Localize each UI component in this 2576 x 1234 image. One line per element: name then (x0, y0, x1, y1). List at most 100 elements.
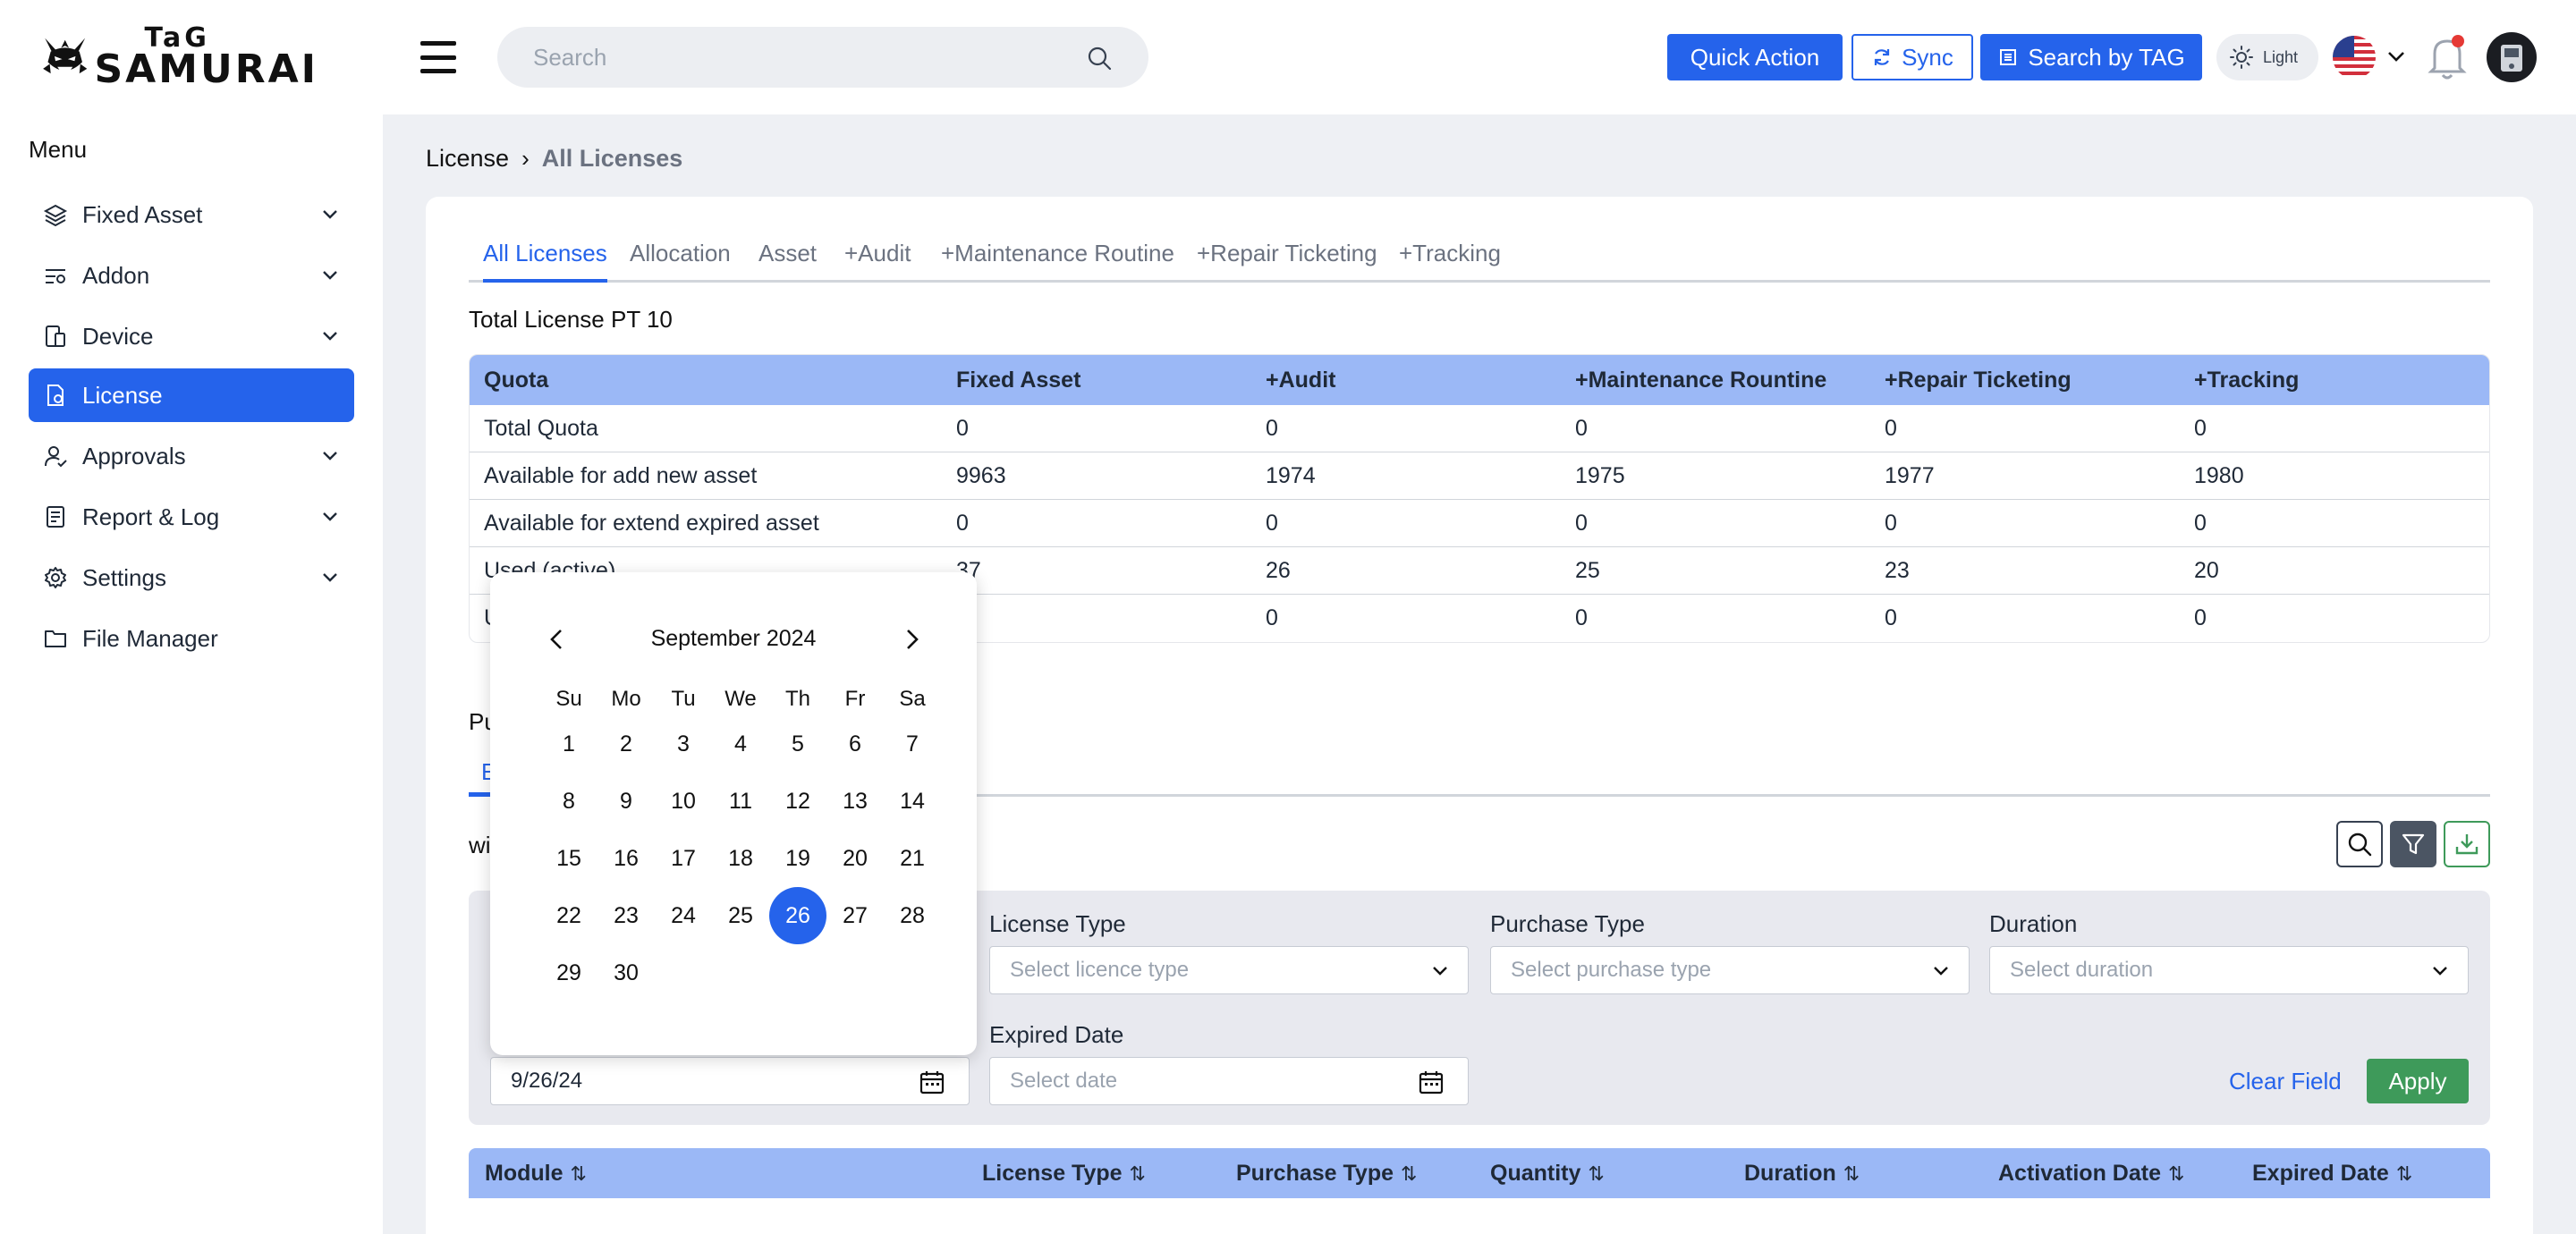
calendar-day[interactable]: 27 (826, 887, 884, 944)
license-type-label: License Type (989, 910, 1126, 937)
column-header-activation-date[interactable]: Activation Date ⇅ (1998, 1161, 2184, 1187)
calendar-icon[interactable] (1418, 1069, 1445, 1095)
calendar-day[interactable]: 25 (712, 887, 769, 944)
tab-audit[interactable]: +Audit (844, 240, 911, 283)
calendar-day[interactable]: 23 (597, 887, 655, 944)
calendar-day[interactable]: 21 (884, 830, 941, 887)
duration-select[interactable]: Select duration (1989, 946, 2469, 994)
table-search-button[interactable] (2336, 821, 2383, 867)
calendar-day[interactable]: 2 (597, 715, 655, 773)
search-by-tag-button[interactable]: Search by TAG (1980, 34, 2202, 80)
sort-icon: ⇅ (2167, 1162, 2185, 1185)
calendar-day[interactable]: 9 (597, 773, 655, 830)
breadcrumb: License › All Licenses (426, 145, 682, 173)
calendar-day[interactable]: 11 (712, 773, 769, 830)
license-type-select[interactable]: Select licence type (989, 946, 1469, 994)
calendar-day[interactable]: 5 (769, 715, 826, 773)
calendar-day[interactable]: 17 (655, 830, 712, 887)
calendar-day[interactable]: 28 (884, 887, 941, 944)
calendar-day[interactable]: 16 (597, 830, 655, 887)
sidebar-item-device[interactable]: Device (29, 309, 354, 363)
calendar-day[interactable]: 3 (655, 715, 712, 773)
column-header-quantity[interactable]: Quantity ⇅ (1490, 1161, 1605, 1187)
sun-icon (2230, 46, 2253, 69)
download-button[interactable] (2444, 821, 2490, 867)
clear-field-button[interactable]: Clear Field (2229, 1068, 2342, 1095)
chevron-down-icon (1433, 967, 1447, 976)
tab-allocation[interactable]: Allocation (630, 240, 731, 283)
calendar-icon[interactable] (919, 1069, 945, 1095)
calendar-day[interactable]: 12 (769, 773, 826, 830)
sidebar-item-fixed-asset[interactable]: Fixed Asset (29, 188, 354, 241)
calendar-day-selected[interactable]: 26 (769, 887, 826, 944)
language-chevron-down-icon[interactable] (2385, 46, 2408, 66)
column-header-expired-date[interactable]: Expired Date ⇅ (2252, 1161, 2412, 1187)
logo[interactable]: TaG SAMURAI (41, 16, 318, 98)
calendar-day[interactable]: 7 (884, 715, 941, 773)
sidebar-item-approvals[interactable]: Approvals (29, 429, 354, 483)
tab-asset[interactable]: Asset (758, 240, 817, 283)
activation-date-input[interactable]: 9/26/24 (490, 1057, 970, 1105)
table-cell: 0 (1575, 510, 1588, 536)
us-flag-icon[interactable] (2333, 36, 2376, 79)
column-header-duration[interactable]: Duration ⇅ (1744, 1161, 1860, 1187)
column-header: +Tracking (2194, 367, 2300, 393)
apply-button[interactable]: Apply (2367, 1059, 2469, 1103)
tab-all-licenses[interactable]: All Licenses (483, 240, 607, 283)
tab-repair-ticketing[interactable]: +Repair Ticketing (1197, 240, 1377, 283)
table-cell: 0 (1575, 415, 1588, 441)
calendar-day[interactable]: 18 (712, 830, 769, 887)
search-input[interactable] (533, 43, 1070, 72)
sync-button[interactable]: Sync (1852, 34, 1973, 80)
column-header-module[interactable]: Module ⇅ (485, 1161, 587, 1187)
calendar-day[interactable]: 29 (540, 944, 597, 1002)
tab-tracking[interactable]: +Tracking (1399, 240, 1501, 283)
calendar-day[interactable]: 20 (826, 830, 884, 887)
column-header-label: Purchase Type (1236, 1161, 1394, 1186)
column-header-license-type[interactable]: License Type ⇅ (982, 1161, 1146, 1187)
quick-action-button[interactable]: Quick Action (1667, 34, 1843, 80)
download-icon (2455, 834, 2479, 855)
column-header-purchase-type[interactable]: Purchase Type ⇅ (1236, 1161, 1417, 1187)
sidebar-item-addon[interactable]: Addon (29, 249, 354, 302)
tab-maintenance-routine[interactable]: +Maintenance Routine (941, 240, 1174, 283)
table-cell: 26 (1266, 557, 1291, 583)
theme-toggle[interactable]: Light (2216, 34, 2318, 80)
calendar-day[interactable]: 1 (540, 715, 597, 773)
sidebar-item-file-manager[interactable]: File Manager (29, 612, 354, 665)
menu-title: Menu (29, 136, 88, 163)
breadcrumb-parent[interactable]: License (426, 145, 509, 173)
expired-date-input[interactable]: Select date (989, 1057, 1469, 1105)
calendar-day[interactable]: 22 (540, 887, 597, 944)
search-by-tag-label: Search by TAG (2028, 43, 2185, 71)
calendar-day[interactable]: 6 (826, 715, 884, 773)
calendar-day[interactable]: 13 (826, 773, 884, 830)
sidebar-item-report-log[interactable]: Report & Log (29, 490, 354, 544)
chevron-down-icon (323, 332, 337, 341)
notification-bell-icon[interactable] (2426, 32, 2469, 80)
calendar-day[interactable]: 30 (597, 944, 655, 1002)
total-license-title: Total License PT 10 (469, 306, 673, 333)
license-tabs: All Licenses Allocation Asset +Audit +Ma… (469, 238, 2490, 283)
purchase-type-select[interactable]: Select purchase type (1490, 946, 1970, 994)
hamburger-menu-icon[interactable] (420, 39, 456, 75)
column-header-label: Module (485, 1161, 564, 1186)
calendar-day[interactable]: 14 (884, 773, 941, 830)
table-cell: 37 (956, 557, 981, 583)
calendar-day[interactable]: 24 (655, 887, 712, 944)
purchase-type-placeholder: Select purchase type (1511, 958, 1712, 982)
calendar-day[interactable]: 8 (540, 773, 597, 830)
sidebar-item-settings[interactable]: Settings (29, 551, 354, 604)
chevron-right-icon[interactable] (898, 626, 925, 653)
table-cell: 0 (1885, 510, 1897, 536)
calendar-day[interactable]: 19 (769, 830, 826, 887)
calendar-day[interactable]: 15 (540, 830, 597, 887)
scan-icon (2000, 49, 2017, 65)
calendar-day[interactable]: 10 (655, 773, 712, 830)
filter-button[interactable] (2390, 821, 2436, 867)
calendar-day[interactable]: 4 (712, 715, 769, 773)
avatar[interactable] (2487, 32, 2537, 82)
sidebar-item-license[interactable]: License (29, 368, 354, 422)
search-icon[interactable] (1086, 45, 1113, 72)
table-cell: 0 (1266, 415, 1278, 441)
